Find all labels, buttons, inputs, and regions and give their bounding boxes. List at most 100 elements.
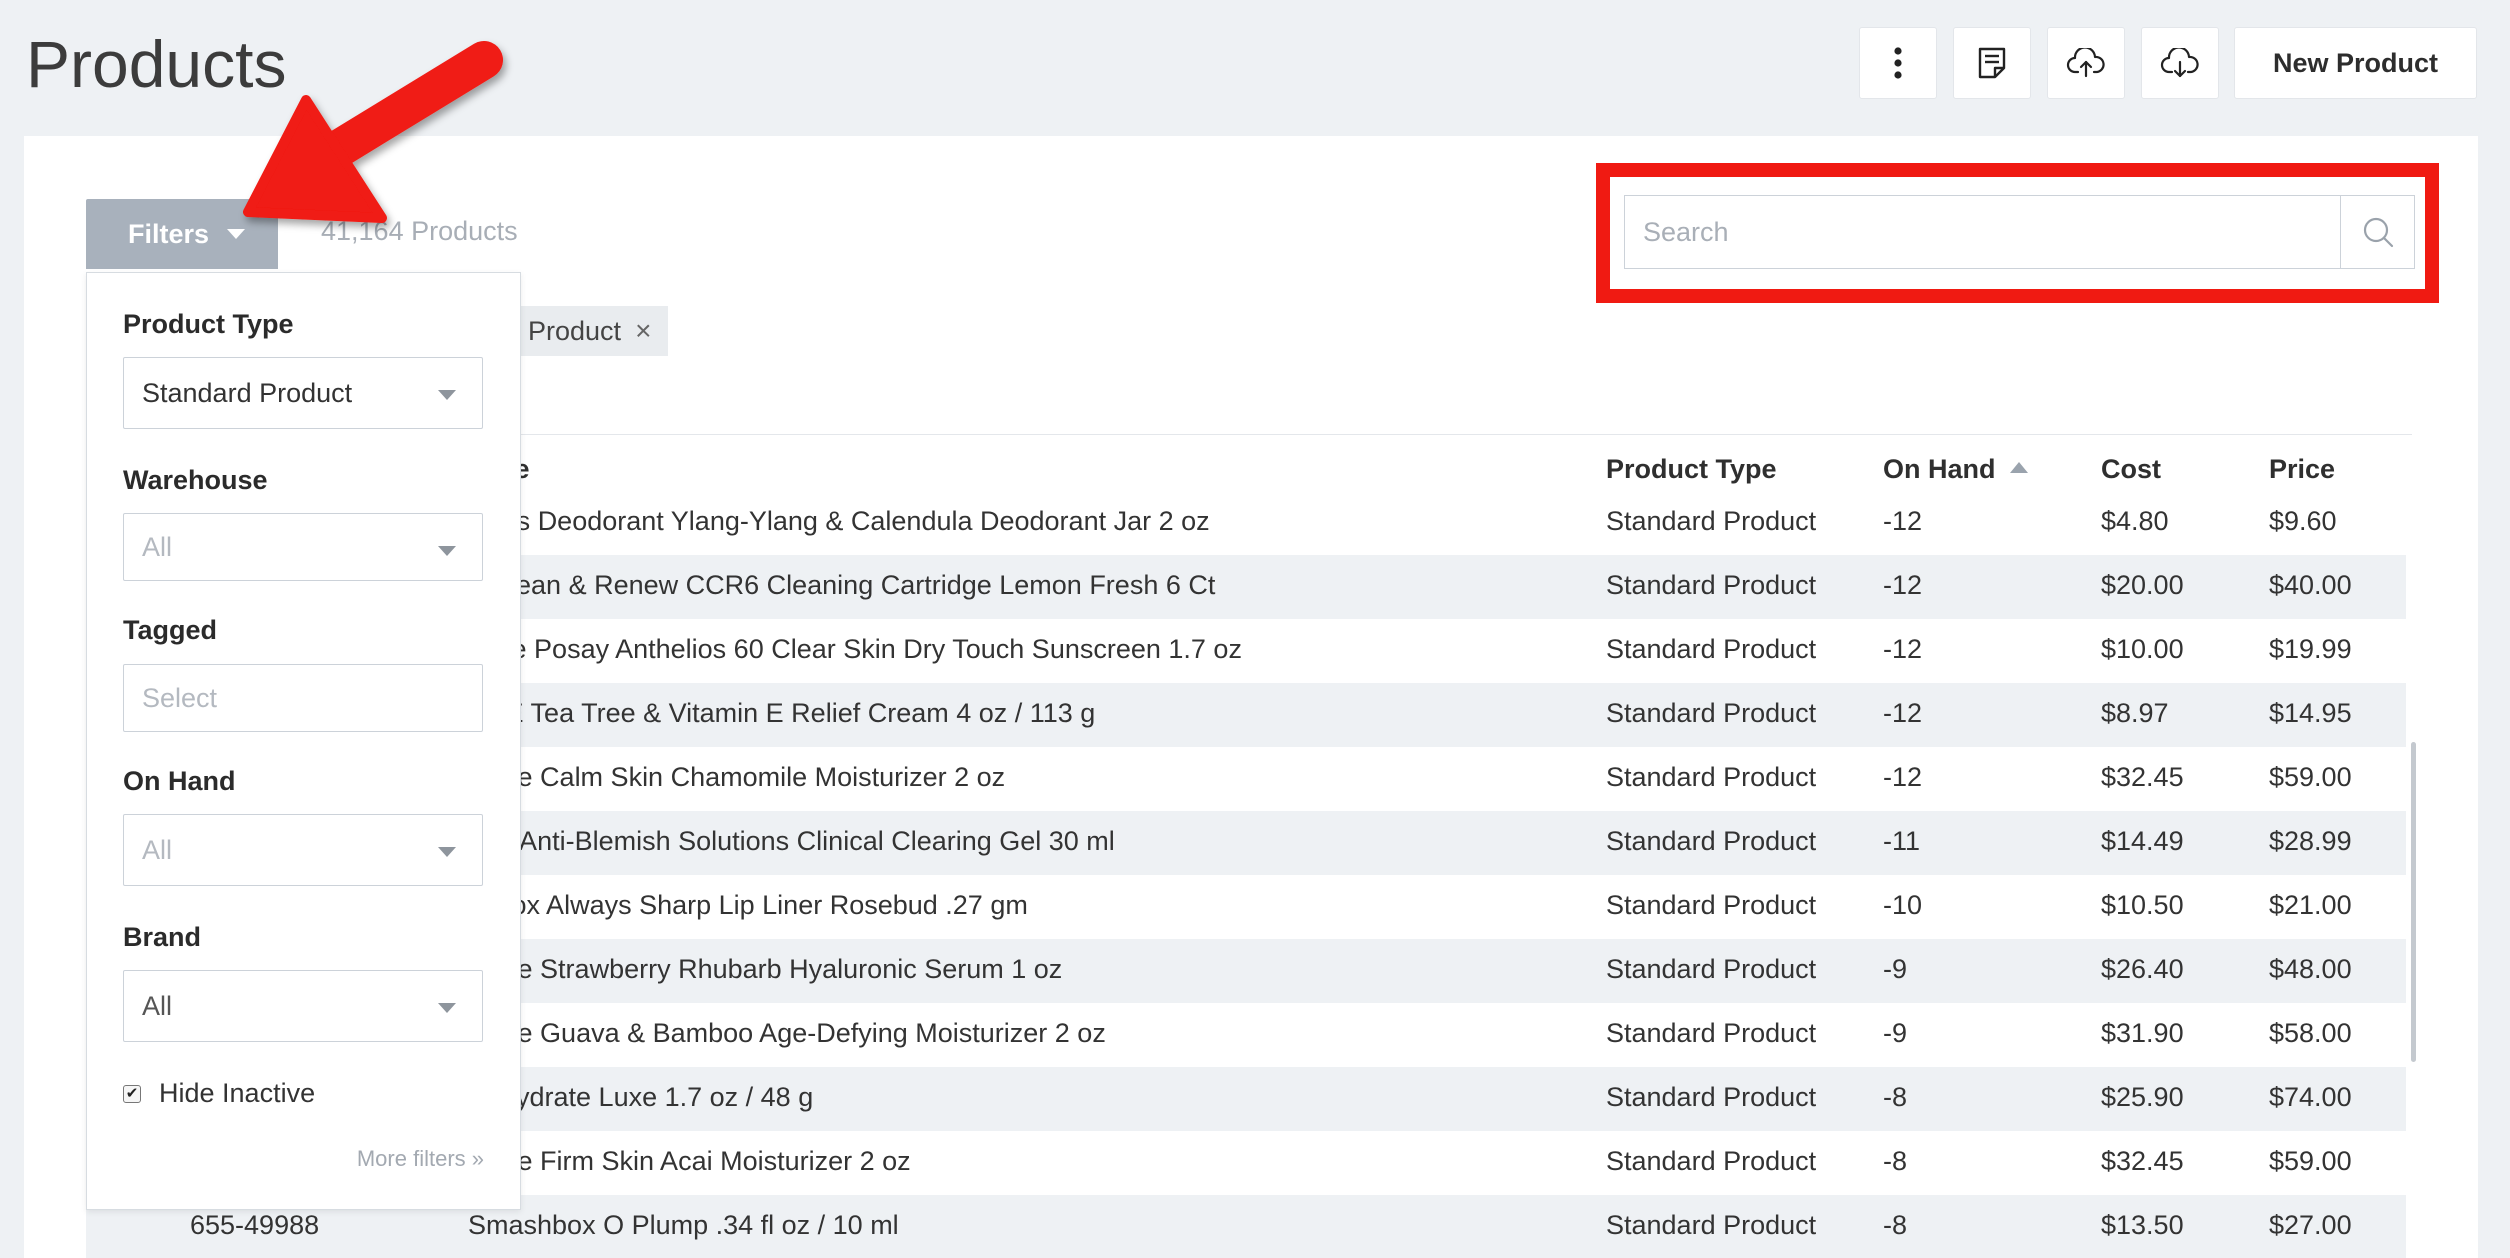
cell-cost: $20.00 [2101,570,2184,600]
search-button[interactable] [2340,196,2414,268]
cell-product-type: Standard Product [1606,698,1817,728]
column-header-price[interactable]: Price [2269,454,2335,485]
on-hand-select[interactable]: All [123,814,483,886]
on-hand-header-label: On Hand [1883,454,1996,484]
chevron-down-icon [438,546,456,556]
cell-name: na E Tea Tree & Vitamin E Relief Cream 4… [468,698,1096,728]
on-hand-value: All [142,834,173,865]
page-title: Products [26,27,287,101]
cell-cost: $10.00 [2101,634,2184,664]
cell-on-hand: -9 [1883,954,1908,984]
cell-on-hand: -12 [1883,634,1923,664]
cell-name: Smashbox O Plump .34 fl oz / 10 ml [468,1210,899,1240]
cell-price: $14.95 [2269,698,2352,728]
warehouse-value: All [142,531,173,562]
cell-name: ience Firm Skin Acai Moisturizer 2 oz [468,1146,911,1176]
cell-product-type: Standard Product [1606,1146,1817,1176]
cell-price: $40.00 [2269,570,2352,600]
vertical-dots-icon [1894,47,1902,79]
cell-on-hand: -11 [1883,826,1921,856]
product-type-label: Product Type [123,309,294,339]
filters-dropdown: Product Type Standard Product Warehouse … [86,272,521,1210]
cell-product-type: Standard Product [1606,890,1817,920]
product-count: 41,164 Products [321,216,518,246]
filters-button-label: Filters [128,218,210,249]
column-header-on-hand[interactable]: On Hand [1883,454,2028,485]
search-icon [2363,217,2393,248]
cell-product-type: Standard Product [1606,826,1817,856]
notes-button[interactable] [1953,27,2031,99]
cell-name: shbox Always Sharp Lip Liner Rosebud .27… [468,890,1028,920]
cell-on-hand: -8 [1883,1210,1908,1240]
tagged-select[interactable]: Select [123,664,483,732]
cell-name: que Anti-Blemish Solutions Clinical Clea… [468,826,1115,856]
hide-inactive-option[interactable]: ✔ Hide Inactive [123,1078,315,1109]
product-type-select[interactable]: Standard Product [123,357,483,429]
chevron-down-icon [438,847,456,857]
cell-on-hand: -9 [1883,1018,1908,1048]
chip-label: Product [528,315,622,346]
tagged-placeholder: Select [142,682,218,713]
cell-product-type: Standard Product [1606,1210,1817,1240]
cloud-download-icon [2160,48,2199,78]
cell-name: ience Guava & Bamboo Age-Defying Moistur… [468,1018,1106,1048]
cell-on-hand: -8 [1883,1146,1908,1176]
brand-value: All [142,990,173,1021]
warehouse-label: Warehouse [123,465,268,495]
cell-name: hidt's Deodorant Ylang-Ylang & Calendula… [468,506,1210,536]
cloud-upload-icon [2066,48,2105,78]
cell-price: $59.00 [2269,1146,2352,1176]
filters-button[interactable]: Filters [86,199,278,269]
chevron-down-icon [438,390,456,400]
cell-price: $19.99 [2269,634,2352,664]
cell-cost: $32.45 [2101,1146,2184,1176]
cell-price: $74.00 [2269,1082,2352,1112]
cell-name: oche Posay Anthelios 60 Clear Skin Dry T… [468,634,1242,664]
more-options-button[interactable] [1859,27,1937,99]
cell-on-hand: -12 [1883,762,1923,792]
upload-button[interactable] [2047,27,2125,99]
cell-sku: 655-49988 [190,1210,320,1240]
cell-product-type: Standard Product [1606,570,1817,600]
cell-product-type: Standard Product [1606,1018,1817,1048]
hide-inactive-checkbox[interactable]: ✔ [123,1084,141,1103]
cell-name: n Clean & Renew CCR6 Cleaning Cartridge … [468,570,1216,600]
cell-price: $58.00 [2269,1018,2352,1048]
chevron-down-icon [227,229,246,239]
cell-price: $27.00 [2269,1210,2352,1240]
cell-product-type: Standard Product [1606,634,1817,664]
cell-on-hand: -12 [1883,506,1923,536]
cell-price: $21.00 [2269,890,2352,920]
table-scrollbar[interactable] [2411,742,2416,1062]
active-filter-chip: Product × [510,306,668,356]
more-filters-link[interactable]: More filters » [357,1146,484,1172]
cell-product-type: Standard Product [1606,1082,1817,1112]
hide-inactive-label: Hide Inactive [159,1078,316,1108]
column-header-cost[interactable]: Cost [2101,454,2161,485]
new-product-button[interactable]: New Product [2234,27,2477,99]
on-hand-label: On Hand [123,766,236,796]
tagged-label: Tagged [123,615,217,645]
chevron-down-icon [438,1003,456,1013]
cell-cost: $26.40 [2101,954,2184,984]
cell-cost: $10.50 [2101,890,2184,920]
brand-label: Brand [123,922,202,952]
close-icon[interactable]: × [635,315,651,347]
cell-price: $9.60 [2269,506,2337,536]
cell-price: $28.99 [2269,826,2352,856]
warehouse-select[interactable]: All [123,513,483,581]
cell-on-hand: -12 [1883,570,1923,600]
search-bar [1624,195,2415,269]
cell-on-hand: -8 [1883,1082,1908,1112]
cell-price: $48.00 [2269,954,2352,984]
column-header-product-type[interactable]: Product Type [1606,454,1777,485]
cell-cost: $8.97 [2101,698,2169,728]
cell-on-hand: -10 [1883,890,1923,920]
search-input[interactable] [1625,196,2340,268]
download-button[interactable] [2141,27,2219,99]
cell-cost: $14.49 [2101,826,2184,856]
cell-on-hand: -12 [1883,698,1923,728]
sort-ascending-icon [2009,462,2028,474]
cell-cost: $4.80 [2101,506,2169,536]
brand-select[interactable]: All [123,970,483,1042]
